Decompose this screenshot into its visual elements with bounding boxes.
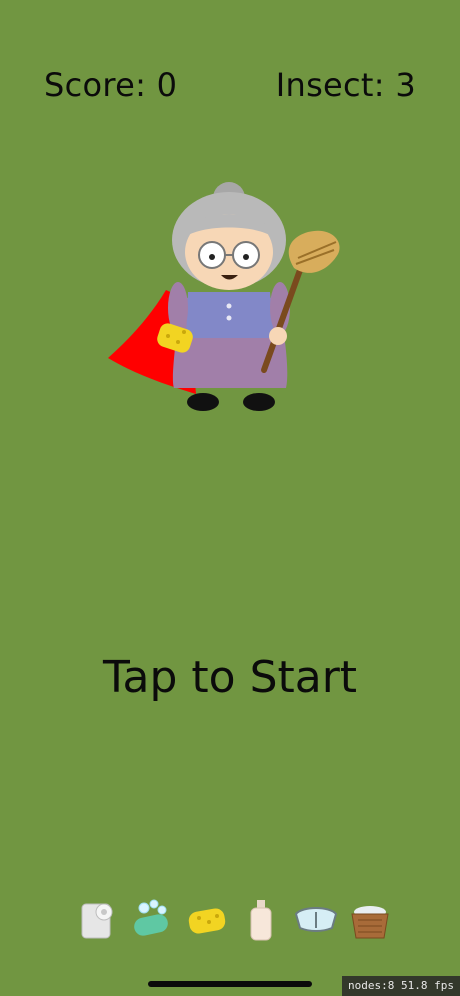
item-toolbar	[74, 896, 394, 944]
sponge-icon[interactable]	[183, 896, 231, 944]
lotion-bottle-icon[interactable]	[237, 896, 285, 944]
tap-to-start-prompt[interactable]: Tap to Start	[0, 652, 460, 703]
home-indicator[interactable]	[148, 981, 312, 987]
laundry-basket-icon[interactable]	[346, 896, 394, 944]
debug-stats-label: nodes:8 51.8 fps	[342, 976, 460, 996]
safety-goggles-icon[interactable]	[292, 896, 340, 944]
soap-bar-icon[interactable]	[128, 896, 176, 944]
insect-counter: Insect: 3	[275, 66, 416, 104]
score-label: Score: 0	[44, 66, 178, 104]
grandma-character	[108, 180, 350, 416]
toilet-paper-icon[interactable]	[74, 896, 122, 944]
